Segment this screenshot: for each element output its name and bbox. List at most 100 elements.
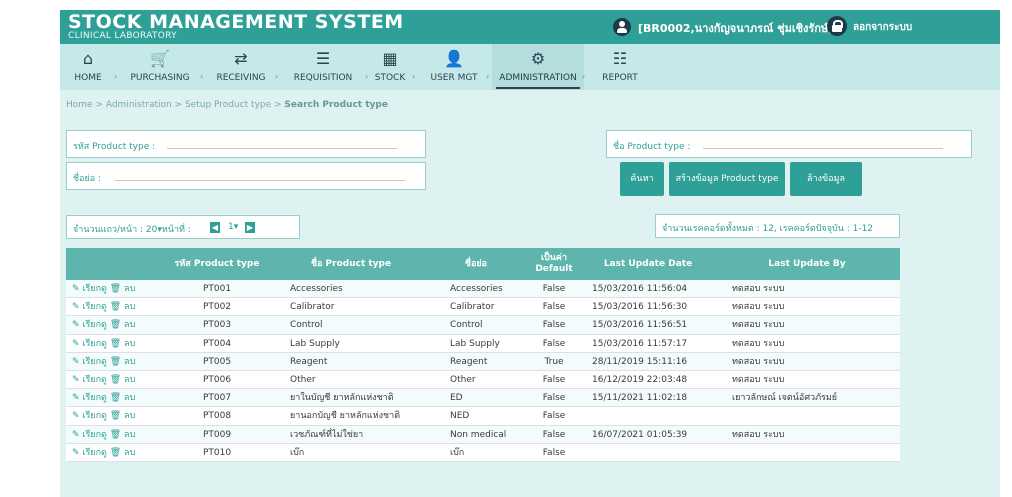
edit-link[interactable]: ✎ เรียกดู — [72, 393, 107, 403]
delete-link[interactable]: 🗑 ลบ — [110, 430, 136, 440]
nav-home[interactable]: ⌂ HOME — [60, 44, 116, 90]
delete-link[interactable]: 🗑 ลบ — [110, 339, 136, 349]
receive-icon: ⇄ — [234, 49, 248, 68]
short-name-input[interactable] — [115, 180, 405, 181]
nav-separator: › — [412, 72, 416, 81]
nav-stock[interactable]: ▦ STOCK — [366, 44, 414, 90]
product-type-name-label: ชื่อ Product type : — [613, 142, 691, 152]
cell-def: False — [542, 447, 566, 458]
cell-code: PT008 — [202, 411, 232, 422]
cell-code: PT010 — [202, 447, 232, 458]
cell-name: Accessories — [290, 284, 343, 294]
clear-button[interactable]: ล้างข้อมูล — [790, 162, 862, 196]
table-header: รหัส Product type ชื่อ Product type ชื่อย่… — [66, 248, 900, 280]
edit-link[interactable]: ✎ เรียกดู — [72, 357, 107, 367]
cell-code: PT005 — [202, 356, 232, 367]
app-title: STOCK MANAGEMENT SYSTEM — [68, 11, 404, 33]
edit-link[interactable]: ✎ เรียกดู — [72, 430, 107, 440]
cell-date: 16/12/2019 22:03:48 — [592, 374, 688, 385]
cell-by: เยาวลักษณ์ เจตน์อัศวภัรมย์ — [732, 393, 838, 404]
row-actions: ✎ เรียกดู 🗑 ลบ — [72, 426, 160, 444]
nav-receiving[interactable]: ⇄ RECEIVING — [205, 44, 277, 90]
column-header[interactable]: Last Update By — [714, 248, 900, 280]
create-product-type-button[interactable]: สร้างข้อมูล Product type — [669, 162, 785, 196]
cell-by: ทดสอบ ระบบ — [732, 302, 785, 313]
user-icon: 👤 — [444, 49, 464, 68]
cell-date — [592, 407, 714, 425]
cell-name: Calibrator — [290, 302, 335, 313]
delete-link[interactable]: 🗑 ลบ — [110, 284, 136, 294]
delete-link[interactable]: 🗑 ลบ — [110, 375, 136, 385]
lock-icon[interactable] — [827, 16, 847, 36]
nav-requisition[interactable]: ☰ REQUISITION — [279, 44, 367, 90]
edit-link[interactable]: ✎ เรียกดู — [72, 448, 107, 458]
nav-separator: › — [582, 72, 586, 81]
delete-link[interactable]: 🗑 ลบ — [110, 357, 136, 367]
nav-user-mgt[interactable]: 👤 USER MGT — [420, 44, 488, 90]
breadcrumb-current: Search Product type — [284, 100, 388, 110]
column-header[interactable]: รหัส Product type — [158, 248, 276, 280]
product-type-code-input[interactable] — [167, 148, 397, 149]
cell-name: เวชภัณฑ์ที่ไม่ใช่ยา — [290, 429, 364, 440]
report-icon: ☷ — [612, 49, 628, 68]
cell-short: Calibrator — [450, 302, 495, 313]
home-icon: ⌂ — [82, 49, 94, 68]
cell-name: ยาในบัญชี ยาหลักแห่งชาติ — [290, 393, 394, 404]
breadcrumb: Home > Administration > Setup Product ty… — [66, 100, 388, 110]
table-row: ✎ เรียกดู 🗑 ลบ PT009 เวชภัณฑ์ที่ไม่ใช่ยา No… — [66, 425, 900, 444]
pager-text[interactable]: จำนวนแถว/หน้า : 20▾หน้าที่ : — [73, 222, 191, 236]
column-header[interactable]: Last Update Date — [582, 248, 714, 280]
column-header[interactable]: เป็นค่า Default — [526, 248, 582, 280]
delete-link[interactable]: 🗑 ลบ — [110, 302, 136, 312]
cell-by: ทดสอบ ระบบ — [732, 429, 785, 440]
delete-link[interactable]: 🗑 ลบ — [110, 393, 136, 403]
table-row: ✎ เรียกดู 🗑 ลบ PT005 Reagent Reagent True 28/… — [66, 352, 900, 371]
pager: จำนวนแถว/หน้า : 20▾หน้าที่ : ◀ 1▾ ▶ — [66, 215, 300, 239]
short-name-field[interactable]: ชื่อย่อ : — [66, 162, 426, 190]
cell-code: PT009 — [202, 429, 232, 440]
table-row: ✎ เรียกดู 🗑 ลบ PT004 Lab Supply Lab Supply F… — [66, 334, 900, 353]
column-header[interactable] — [66, 248, 158, 280]
checklist-icon: ☰ — [315, 49, 331, 68]
product-type-name-input[interactable] — [703, 148, 943, 149]
row-actions: ✎ เรียกดู 🗑 ลบ — [72, 298, 160, 316]
cart-icon: 🛒 — [150, 49, 170, 68]
edit-link[interactable]: ✎ เรียกดู — [72, 320, 107, 330]
breadcrumb-path[interactable]: Home > Administration > Setup Product ty… — [66, 100, 284, 110]
nav-purchasing[interactable]: 🛒 PURCHASING — [118, 44, 202, 90]
delete-link[interactable]: 🗑 ลบ — [110, 411, 136, 421]
nav-administration[interactable]: ⚙ ADMINISTRATION — [492, 44, 584, 90]
cell-date: 15/11/2021 11:02:18 — [592, 393, 688, 404]
cell-short: NED — [450, 411, 470, 422]
edit-link[interactable]: ✎ เรียกดู — [72, 375, 107, 385]
search-button[interactable]: ค้นหา — [620, 162, 664, 196]
row-actions: ✎ เรียกดู 🗑 ลบ — [72, 353, 160, 371]
prev-page-icon[interactable]: ◀ — [210, 222, 220, 233]
delete-link[interactable]: 🗑 ลบ — [110, 448, 136, 458]
column-header[interactable]: ชื่อย่อ — [426, 248, 526, 280]
product-type-name-field[interactable]: ชื่อ Product type : — [606, 130, 972, 158]
delete-link[interactable]: 🗑 ลบ — [110, 320, 136, 330]
cell-date: 15/03/2016 11:56:51 — [592, 320, 688, 331]
table-row: ✎ เรียกดู 🗑 ลบ PT007 ยาในบัญชี ยาหลักแห่งช… — [66, 389, 900, 408]
edit-link[interactable]: ✎ เรียกดู — [72, 339, 107, 349]
row-actions: ✎ เรียกดู 🗑 ลบ — [72, 371, 160, 389]
next-page-icon[interactable]: ▶ — [245, 222, 255, 233]
cell-def: False — [542, 302, 566, 313]
product-type-code-field[interactable]: รหัส Product type : — [66, 130, 426, 158]
logout-link[interactable]: ลอกจากระบบ — [853, 20, 912, 35]
edit-link[interactable]: ✎ เรียกดู — [72, 302, 107, 312]
page-select[interactable]: 1▾ — [228, 222, 238, 232]
edit-link[interactable]: ✎ เรียกดู — [72, 411, 107, 421]
nav-label: PURCHASING — [130, 73, 190, 83]
user-icon — [613, 18, 631, 36]
grid-icon: ▦ — [382, 49, 398, 68]
cell-name: เบ๊ก — [290, 447, 305, 458]
table-row: ✎ เรียกดู 🗑 ลบ PT008 ยานอกบัญชี ยาหลักแห่ง… — [66, 407, 900, 426]
cell-code: PT001 — [202, 284, 232, 294]
column-header[interactable]: ชื่อ Product type — [276, 248, 426, 280]
nav-report[interactable]: ☷ REPORT — [588, 44, 652, 90]
edit-link[interactable]: ✎ เรียกดู — [72, 284, 107, 294]
cell-by: ทดสอบ ระบบ — [732, 320, 785, 331]
cell-name: Reagent — [290, 356, 328, 367]
